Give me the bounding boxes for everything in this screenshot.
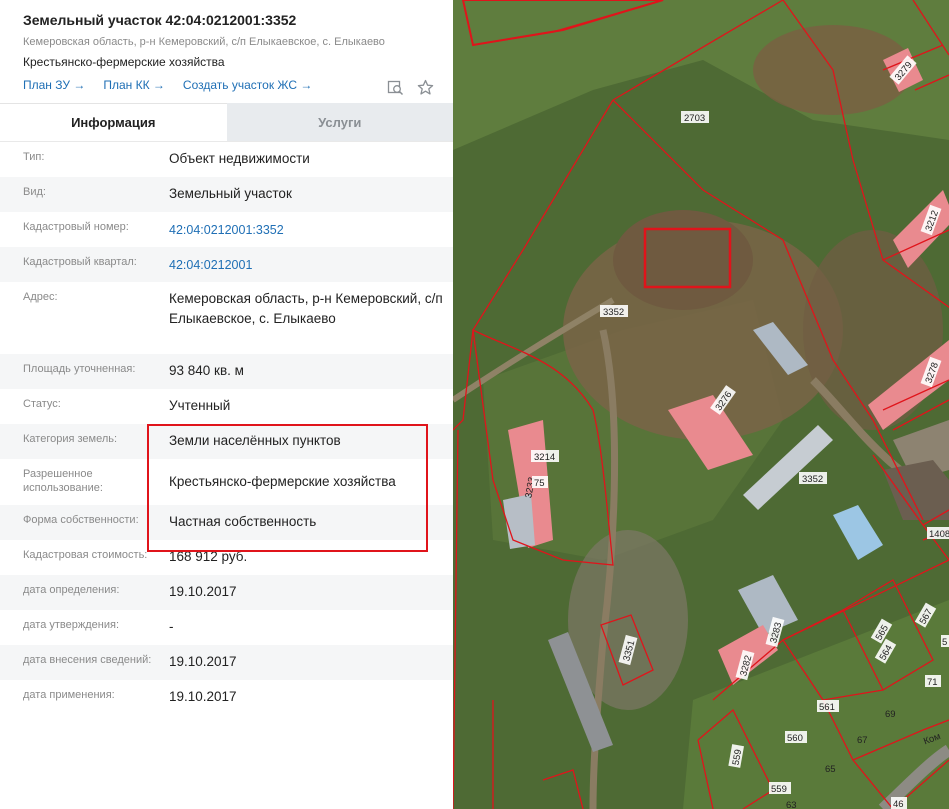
svg-text:46: 46 <box>893 799 904 809</box>
info-label: Площадь уточненная: <box>23 363 136 375</box>
info-row-type: Тип: Объект недвижимости <box>0 142 453 177</box>
star-icon[interactable] <box>417 79 434 96</box>
svg-text:3352: 3352 <box>802 474 823 485</box>
info-row-date-approved: дата утверждения: - <box>0 610 453 645</box>
info-value: 19.10.2017 <box>169 584 237 599</box>
info-label: Категория земель: <box>23 433 118 445</box>
info-label: дата применения: <box>23 689 115 701</box>
info-value: 19.10.2017 <box>169 654 237 669</box>
plan-kk-link[interactable]: План КК → <box>103 78 165 92</box>
info-label: Кадастровая стоимость: <box>23 549 148 561</box>
parcel-sector: Крестьянско-фермерские хозяйства <box>23 55 225 69</box>
info-label: Статус: <box>23 398 61 410</box>
parcel-label: 67 <box>857 735 868 746</box>
info-label: Разрешенное использование: <box>23 468 103 494</box>
parcel-label: 46 <box>891 797 907 809</box>
info-row-cadastral-number: Кадастровый номер: 42:04:0212001:3352 <box>0 212 453 247</box>
info-value: 19.10.2017 <box>169 689 237 704</box>
info-table: Тип: Объект недвижимости Вид: Земельный … <box>0 141 453 715</box>
parcel-label: 75 <box>532 476 548 489</box>
parcel-address: Кемеровская область, р-н Кемеровский, с/… <box>23 36 385 48</box>
info-value: Кемеровская область, р-н Кемеровский, с/… <box>169 291 443 326</box>
create-parcel-link[interactable]: Создать участок ЖС → <box>183 78 312 92</box>
info-row-address: Адрес: Кемеровская область, р-н Кемеровс… <box>0 282 453 354</box>
info-label: Форма собственности: <box>23 514 139 526</box>
parcel-label: 71 <box>925 675 941 688</box>
info-row-kind: Вид: Земельный участок <box>0 177 453 212</box>
parcel-label: 561 <box>817 700 839 713</box>
svg-text:69: 69 <box>885 709 896 720</box>
info-row-date-applied: дата применения: 19.10.2017 <box>0 680 453 715</box>
header-icons <box>387 79 434 96</box>
info-label: Тип: <box>23 151 45 163</box>
panel-header: Земельный участок 42:04:0212001:3352 Кем… <box>0 0 453 103</box>
svg-text:561: 561 <box>819 702 835 713</box>
svg-text:3352: 3352 <box>603 307 624 318</box>
info-label: Кадастровый номер: <box>23 221 129 233</box>
info-label: Адрес: <box>23 291 58 303</box>
parcel-label: 559 <box>769 782 791 795</box>
info-value: 93 840 кв. м <box>169 363 244 378</box>
info-value: Частная собственность <box>169 514 317 529</box>
info-row-date-entered: дата внесения сведений: 19.10.2017 <box>0 645 453 680</box>
parcel-label: 69 <box>885 709 896 720</box>
info-row-status: Статус: Учтенный <box>0 389 453 424</box>
parcel-label: 63 <box>786 800 797 809</box>
parcel-label: 5 <box>941 635 949 648</box>
info-value: Земельный участок <box>169 186 292 201</box>
parcel-label: 2703 <box>681 111 709 124</box>
info-label: дата определения: <box>23 584 120 596</box>
parcel-label: 3352 <box>799 472 827 485</box>
info-row-ownership: Форма собственности: Частная собственнос… <box>0 505 453 540</box>
info-value: Объект недвижимости <box>169 151 310 166</box>
plan-zu-link[interactable]: План ЗУ → <box>23 78 85 92</box>
svg-text:2703: 2703 <box>684 113 705 124</box>
info-row-date-determined: дата определения: 19.10.2017 <box>0 575 453 610</box>
info-value: 168 912 руб. <box>169 549 248 564</box>
panel-tabs: Информация Услуги <box>0 103 453 141</box>
svg-text:3214: 3214 <box>534 452 555 463</box>
info-value: Крестьянско-фермерские хозяйства <box>169 474 396 489</box>
svg-text:559: 559 <box>771 784 787 795</box>
cadastral-quarter-link[interactable]: 42:04:0212001 <box>169 247 453 282</box>
svg-text:1408: 1408 <box>929 529 949 540</box>
info-label: дата внесения сведений: <box>23 654 152 666</box>
info-label: Вид: <box>23 186 46 198</box>
map-search-icon[interactable] <box>387 79 404 96</box>
info-value: Учтенный <box>169 398 231 413</box>
parcel-label: 65 <box>825 764 836 775</box>
parcel-title: Земельный участок 42:04:0212001:3352 <box>23 12 297 28</box>
tab-services[interactable]: Услуги <box>226 103 453 141</box>
svg-text:71: 71 <box>927 677 938 688</box>
map-canvas[interactable]: 2703 3279 3212 3352 3278 3276 3214 3233 … <box>453 0 949 809</box>
parcel-label: 1408 <box>927 527 949 540</box>
svg-text:75: 75 <box>534 478 545 489</box>
svg-text:5: 5 <box>942 637 947 648</box>
info-panel: Земельный участок 42:04:0212001:3352 Кем… <box>0 0 453 809</box>
info-row-permitted-use: Разрешенное использование: Крестьянско-ф… <box>0 459 453 505</box>
info-row-area: Площадь уточненная: 93 840 кв. м <box>0 354 453 389</box>
info-row-cadastral-value: Кадастровая стоимость: 168 912 руб. <box>0 540 453 575</box>
tab-info[interactable]: Информация <box>0 103 227 141</box>
satellite-map[interactable]: 2703 3279 3212 3352 3278 3276 3214 3233 … <box>453 0 949 809</box>
info-value: Земли населённых пунктов <box>169 433 341 448</box>
info-row-cadastral-quarter: Кадастровый квартал: 42:04:0212001 <box>0 247 453 282</box>
info-row-land-category: Категория земель: Земли населённых пункт… <box>0 424 453 459</box>
parcel-label: 560 <box>785 731 807 744</box>
info-label: дата утверждения: <box>23 619 120 631</box>
parcel-label: 3352 <box>600 305 628 318</box>
svg-text:560: 560 <box>787 733 803 744</box>
parcel-label: 3214 <box>531 450 559 463</box>
info-label: Кадастровый квартал: <box>23 256 137 268</box>
svg-text:65: 65 <box>825 764 836 775</box>
svg-text:63: 63 <box>786 800 797 809</box>
cadastral-number-link[interactable]: 42:04:0212001:3352 <box>169 212 453 247</box>
info-value: - <box>169 619 174 634</box>
svg-text:67: 67 <box>857 735 868 746</box>
